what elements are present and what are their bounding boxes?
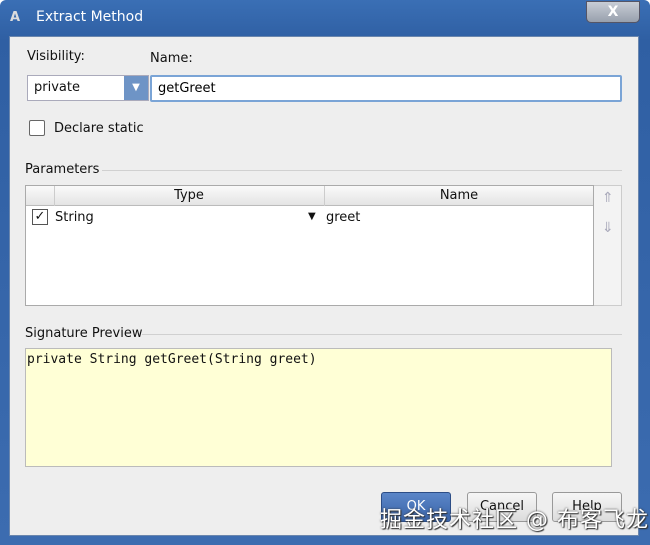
reorder-panel: ⇑ ⇓ [594,185,622,306]
dialog-title: Extract Method [36,9,144,25]
declare-static-label: Declare static [54,121,144,136]
parameter-name[interactable]: greet [326,210,360,225]
parameter-type[interactable]: String [55,210,94,225]
signature-preview: private String getGreet(String greet) [25,348,612,467]
divider [142,334,622,335]
dialog-body: Visibility: Name: private ▼ Declare stat… [9,36,639,536]
visibility-select[interactable]: private ▼ [27,75,149,101]
visibility-value: private [34,80,80,95]
table-header: Type Name [26,186,593,206]
name-label: Name: [150,51,193,66]
help-button[interactable]: Help [552,492,622,522]
move-up-icon[interactable]: ⇑ [602,190,614,206]
declare-static-checkbox[interactable] [29,120,45,136]
title-bar: A Extract Method X [0,0,650,36]
extract-method-dialog: A Extract Method X Visibility: Name: pri… [0,0,650,545]
app-icon: A [10,10,21,25]
close-button[interactable]: X [586,1,640,23]
parameter-checkbox[interactable]: ✓ [32,209,48,225]
ok-button[interactable]: OK [381,492,451,522]
column-type[interactable]: Type [54,188,324,203]
move-down-icon[interactable]: ⇓ [602,220,614,236]
type-dropdown-icon[interactable]: ▼ [308,211,316,222]
cancel-button[interactable]: Cancel [467,492,537,522]
chevron-down-icon[interactable]: ▼ [124,76,148,100]
parameters-label: Parameters [25,162,100,177]
visibility-label: Visibility: [27,49,85,64]
signature-preview-label: Signature Preview [25,326,143,341]
column-name[interactable]: Name [324,188,594,203]
parameters-table: Type Name ✓ String ▼ greet [25,185,594,306]
divider [102,170,622,171]
name-input[interactable] [150,75,622,102]
